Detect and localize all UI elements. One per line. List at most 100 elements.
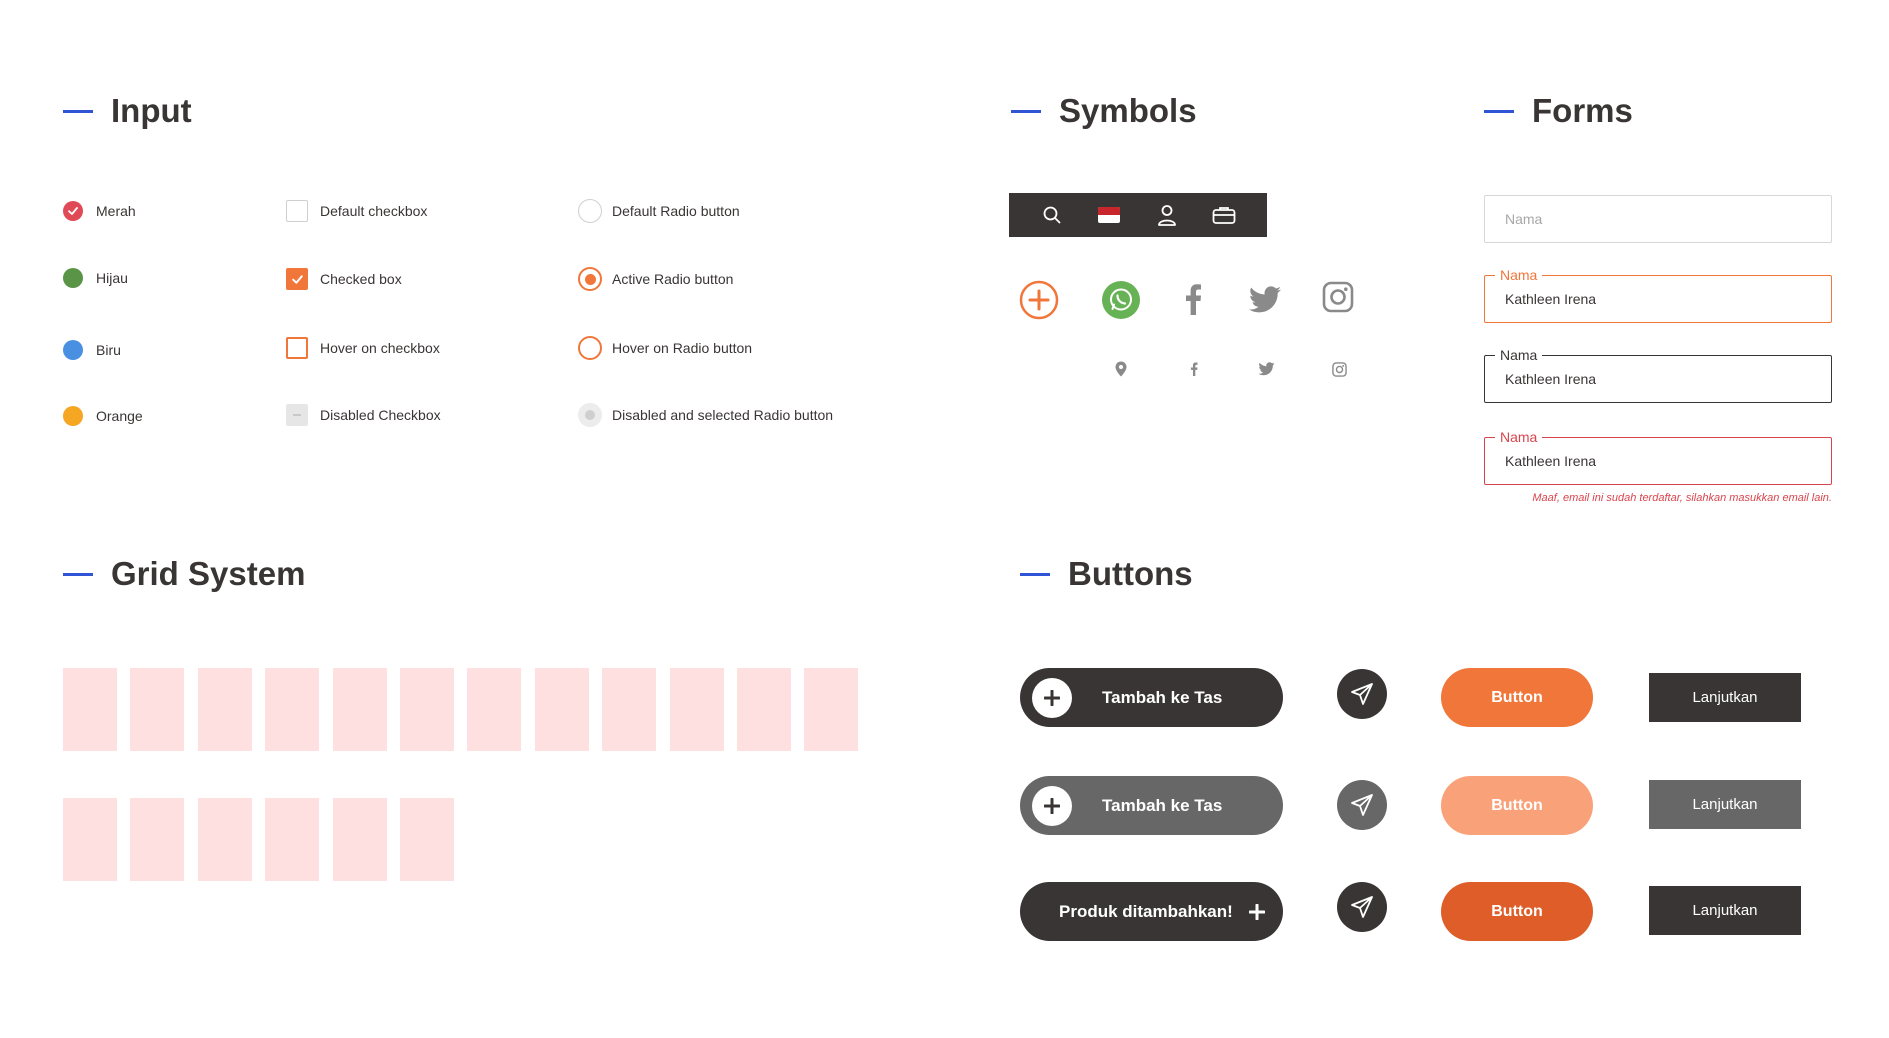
grid-column xyxy=(400,798,454,881)
add-circle-icon[interactable] xyxy=(1019,280,1059,320)
field-value: Kathleen Irena xyxy=(1505,291,1597,307)
color-option-label: Orange xyxy=(96,408,143,424)
color-option-label: Hijau xyxy=(96,270,128,286)
field-error-message: Maaf, email ini sudah terdaftar, silahka… xyxy=(1532,492,1832,504)
location-pin-icon[interactable] xyxy=(1113,360,1129,378)
checkbox-box[interactable] xyxy=(286,337,308,359)
name-field-filled[interactable]: Nama Kathleen Irena xyxy=(1484,346,1832,403)
color-swatch-red[interactable] xyxy=(63,201,83,221)
plus-icon xyxy=(1248,903,1265,920)
radio-active[interactable]: Active Radio button xyxy=(578,267,733,291)
plus-icon xyxy=(1032,785,1072,826)
title-accent-line xyxy=(1011,109,1041,113)
facebook-icon[interactable] xyxy=(1179,280,1207,318)
field-value: Kathleen Irena xyxy=(1505,371,1597,387)
send-button-hover[interactable] xyxy=(1337,780,1387,830)
checkbox-checked[interactable]: Checked box xyxy=(286,268,402,290)
color-option-label: Biru xyxy=(96,342,121,358)
grid-column xyxy=(130,798,185,881)
section-title-text: Grid System xyxy=(111,555,306,592)
color-option-merah[interactable]: Merah xyxy=(63,201,136,221)
radio-hover[interactable]: Hover on Radio button xyxy=(578,336,752,360)
send-icon xyxy=(1351,683,1373,705)
continue-button-hover[interactable]: Lanjutkan xyxy=(1649,780,1801,829)
checkbox-default[interactable]: Default checkbox xyxy=(286,200,427,222)
radio-circle[interactable] xyxy=(578,267,602,291)
grid-column xyxy=(265,798,320,881)
checkbox-label: Hover on checkbox xyxy=(320,340,440,356)
name-field-focused[interactable]: Nama Kathleen Irena xyxy=(1484,266,1832,323)
color-option-label: Merah xyxy=(96,203,136,219)
send-button[interactable] xyxy=(1337,669,1387,719)
section-title-text: Buttons xyxy=(1068,555,1193,592)
checkbox-label: Checked box xyxy=(320,271,402,287)
checkbox-box[interactable] xyxy=(286,200,308,222)
title-accent-line xyxy=(63,572,93,576)
user-icon[interactable] xyxy=(1153,201,1181,229)
twitter-icon[interactable] xyxy=(1256,360,1276,378)
send-button-pressed[interactable] xyxy=(1337,882,1387,932)
title-accent-line xyxy=(1484,109,1514,113)
button-label: Tambah ke Tas xyxy=(1102,687,1223,707)
send-icon xyxy=(1351,896,1373,918)
checkbox-label: Default checkbox xyxy=(320,203,428,219)
orange-button-hover[interactable]: Button xyxy=(1441,776,1593,835)
radio-label: Active Radio button xyxy=(612,271,734,287)
grid-column xyxy=(400,668,454,751)
check-icon xyxy=(68,207,78,215)
plus-icon xyxy=(1032,677,1072,718)
add-to-bag-button-hover[interactable]: Tambah ke Tas xyxy=(1020,776,1283,835)
instagram-icon[interactable] xyxy=(1321,280,1355,314)
color-swatch-blue[interactable] xyxy=(63,340,83,360)
section-title-text: Input xyxy=(111,92,192,129)
orange-button-pressed[interactable]: Button xyxy=(1441,882,1593,941)
title-accent-line xyxy=(63,109,93,113)
field-floating-label: Nama xyxy=(1495,266,1543,284)
grid-column xyxy=(332,798,387,881)
name-field-empty[interactable]: Nama xyxy=(1484,195,1832,243)
button-label: Tambah ke Tas xyxy=(1102,795,1223,815)
radio-default[interactable]: Default Radio button xyxy=(578,199,740,223)
color-swatch-orange[interactable] xyxy=(63,406,83,426)
color-option-biru[interactable]: Biru xyxy=(63,340,121,360)
color-option-orange[interactable]: Orange xyxy=(63,406,143,426)
grid-column xyxy=(63,668,117,751)
product-added-button[interactable]: Produk ditambahkan! xyxy=(1020,882,1283,941)
add-to-bag-button[interactable]: Tambah ke Tas xyxy=(1020,668,1283,727)
section-title-forms: Forms xyxy=(1484,92,1633,130)
bag-icon[interactable] xyxy=(1210,201,1238,229)
section-title-input: Input xyxy=(63,92,192,130)
continue-button-pressed[interactable]: Lanjutkan xyxy=(1649,886,1801,935)
radio-label: Hover on Radio button xyxy=(612,340,753,356)
grid-column xyxy=(669,668,724,751)
radio-label: Disabled and selected Radio button xyxy=(612,407,834,423)
grid-column xyxy=(197,798,252,881)
section-title-buttons: Buttons xyxy=(1020,555,1193,593)
whatsapp-icon[interactable] xyxy=(1101,280,1141,320)
grid-column xyxy=(467,668,522,751)
checkbox-disabled: Disabled Checkbox xyxy=(286,404,441,426)
color-swatch-green[interactable] xyxy=(63,268,83,288)
radio-circle[interactable] xyxy=(578,199,602,223)
continue-button[interactable]: Lanjutkan xyxy=(1649,673,1801,722)
grid-column xyxy=(265,668,320,751)
radio-circle[interactable] xyxy=(578,336,602,360)
grid-column xyxy=(332,668,387,751)
grid-column xyxy=(197,668,252,751)
checkbox-label: Disabled Checkbox xyxy=(320,407,441,423)
name-field-error[interactable]: Nama Kathleen Irena xyxy=(1484,428,1832,485)
search-icon[interactable] xyxy=(1038,201,1066,229)
instagram-icon[interactable] xyxy=(1330,360,1348,378)
flag-icon[interactable] xyxy=(1095,201,1123,229)
section-title-text: Symbols xyxy=(1059,92,1197,129)
checkbox-box[interactable] xyxy=(286,268,308,290)
button-label: Produk ditambahkan! xyxy=(1059,901,1233,921)
twitter-icon[interactable] xyxy=(1246,284,1284,316)
checkbox-hover[interactable]: Hover on checkbox xyxy=(286,337,440,359)
color-option-hijau[interactable]: Hijau xyxy=(63,268,128,288)
radio-circle xyxy=(578,403,602,427)
check-icon xyxy=(291,274,303,284)
facebook-icon[interactable] xyxy=(1187,360,1201,378)
orange-button[interactable]: Button xyxy=(1441,668,1593,727)
section-title-text: Forms xyxy=(1532,92,1633,129)
